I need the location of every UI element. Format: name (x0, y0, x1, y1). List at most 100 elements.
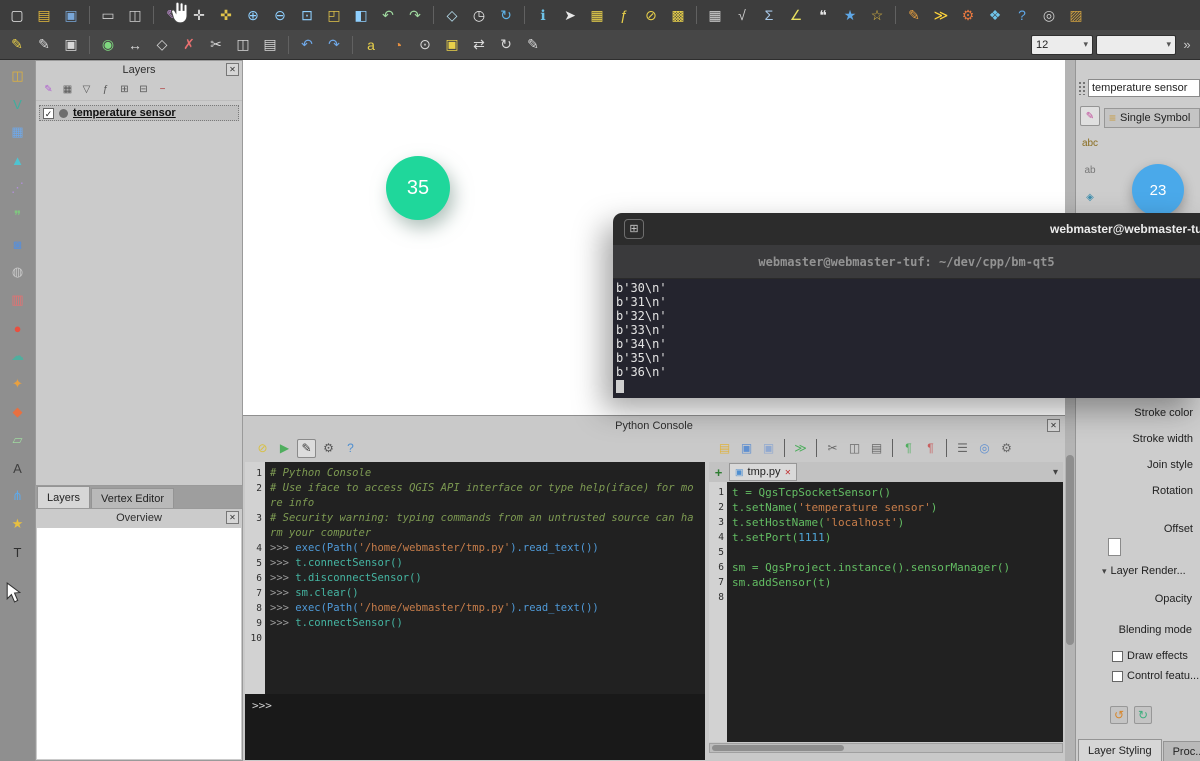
delete-selected-icon[interactable]: ✗ (177, 33, 201, 57)
python-shell-input[interactable]: >>> (245, 694, 705, 760)
add-oracle-layer-icon[interactable]: ● (7, 317, 29, 339)
help-contents-icon[interactable]: ? (1010, 3, 1034, 27)
save-script-icon[interactable]: ▣ (737, 439, 756, 458)
vertical-scrollbar[interactable] (1065, 60, 1075, 761)
labels-icon[interactable]: abc (1080, 133, 1100, 153)
masks-icon[interactable]: ab (1080, 160, 1100, 180)
add-wms-layer-icon[interactable]: ☁ (7, 345, 29, 367)
new-3d-map-icon[interactable]: ◇ (440, 3, 464, 27)
offset-spinbox[interactable] (1108, 538, 1121, 556)
show-bookmarks-icon[interactable]: ☆ (865, 3, 889, 27)
cut-text-icon[interactable]: ✂ (823, 439, 842, 458)
horizontal-scrollbar[interactable] (709, 743, 1063, 753)
rotate-label-icon[interactable]: ↻ (494, 33, 518, 57)
add-mesh-layer-icon[interactable]: ▲ (7, 149, 29, 171)
python-shell-output[interactable]: 1# Python Console2# Use iface to access … (245, 462, 705, 694)
font-size-combo[interactable]: 12 ▾ (1031, 35, 1093, 55)
copy-text-icon[interactable]: ◫ (845, 439, 864, 458)
add-postgis-layer-icon[interactable]: ◙ (7, 233, 29, 255)
run-feature-action-icon[interactable]: ➤ (558, 3, 582, 27)
current-edits-icon[interactable]: ✎ (5, 33, 29, 57)
plugin-manager-icon[interactable]: ❖ (983, 3, 1007, 27)
pan-map-icon[interactable]: ✛ (187, 3, 211, 27)
field-calculator-icon[interactable]: √ (730, 3, 754, 27)
favorites-icon[interactable]: ★ (7, 513, 29, 535)
select-features-icon[interactable]: ▦ (585, 3, 609, 27)
close-icon[interactable]: ✕ (1047, 419, 1060, 432)
copy-features-icon[interactable]: ◫ (231, 33, 255, 57)
cut-features-icon[interactable]: ✂ (204, 33, 228, 57)
data-source-manager-icon[interactable]: ◫ (7, 65, 29, 87)
text-tool-icon[interactable]: T (7, 541, 29, 563)
tab-vertex-editor[interactable]: Vertex Editor (91, 488, 174, 508)
console-options-icon[interactable]: ⚙ (319, 439, 338, 458)
toolbar-overflow-icon[interactable]: » (1179, 33, 1195, 57)
add-feature-icon[interactable]: ◉ (96, 33, 120, 57)
select-all-icon[interactable]: ▩ (666, 3, 690, 27)
deselect-features-icon[interactable]: ⊘ (639, 3, 663, 27)
style-undo-button[interactable]: ↺ (1110, 706, 1128, 724)
open-script-icon[interactable]: ▤ (715, 439, 734, 458)
styling-layer-combo[interactable]: temperature sensor (1088, 79, 1200, 97)
add-delimited-text-layer-icon[interactable]: ❞ (7, 205, 29, 227)
symbology-icon[interactable]: ✎ (1080, 106, 1100, 126)
highlight-labels-icon[interactable]: ▣ (440, 33, 464, 57)
new-print-layout-icon[interactable]: ▭ (96, 3, 120, 27)
layer-labeling-icon[interactable]: a (359, 33, 383, 57)
layer-rendering-header[interactable]: ▾ Layer Render... (1102, 565, 1200, 577)
new-project-icon[interactable]: ▢ (5, 3, 29, 27)
annotation-tool-icon[interactable]: A (7, 457, 29, 479)
symbol-type-combo[interactable]: ≡ Single Symbol (1104, 108, 1200, 128)
clear-console-icon[interactable]: ⊘ (253, 439, 272, 458)
refresh-icon[interactable]: ↻ (494, 3, 518, 27)
python-console-icon[interactable]: ≫ (929, 3, 953, 27)
toolbox-icon[interactable]: ▨ (1064, 3, 1088, 27)
filter-by-expression-icon[interactable]: ƒ (98, 82, 113, 97)
move-label-icon[interactable]: ⇄ (467, 33, 491, 57)
undo-icon[interactable]: ↶ (295, 33, 319, 57)
scrollbar-thumb[interactable] (712, 745, 844, 751)
filter-legend-icon[interactable]: ▽ (79, 82, 94, 97)
editor-code-area[interactable]: 1t = QgsTcpSocketSensor()2t.setName('tem… (709, 482, 1063, 742)
layer-visibility-checkbox[interactable]: ✓ (43, 108, 54, 119)
open-layer-styling-icon[interactable]: ✎ (41, 82, 56, 97)
add-raster-layer-icon[interactable]: ▦ (7, 121, 29, 143)
styling-checkbox-row[interactable]: Control featu... (1112, 670, 1200, 682)
vertex-tool-icon[interactable]: ◇ (150, 33, 174, 57)
select-by-expression-icon[interactable]: ƒ (612, 3, 636, 27)
add-point-cloud-layer-icon[interactable]: ⋰ (7, 177, 29, 199)
layer-diagram-icon[interactable]: ◔ (386, 33, 410, 57)
pin-labels-icon[interactable]: ⊙ (413, 33, 437, 57)
pan-to-selection-icon[interactable]: ✜ (214, 3, 238, 27)
map-tips-icon[interactable]: ❝ (811, 3, 835, 27)
identify-features-icon[interactable]: ℹ (531, 3, 555, 27)
save-project-icon[interactable]: ▣ (59, 3, 83, 27)
show-editor-icon[interactable]: ✎ (297, 439, 316, 458)
new-tab-button[interactable]: + (711, 465, 726, 480)
remove-layer-icon[interactable]: − (155, 82, 170, 97)
search-locator-icon[interactable]: ◎ (1037, 3, 1061, 27)
add-wfs-layer-icon[interactable]: ✦ (7, 373, 29, 395)
tab-proc[interactable]: Proc... (1163, 741, 1200, 761)
uncomment-code-icon[interactable]: ¶ (921, 439, 940, 458)
tab-list-icon[interactable]: ▾ (1053, 467, 1061, 478)
toggle-editing-icon[interactable]: ✎ (32, 33, 56, 57)
add-arcgis-layer-icon[interactable]: ◆ (7, 401, 29, 423)
terminal-titlebar[interactable]: ⊞ webmaster@webmaster-tuf (613, 213, 1200, 245)
processing-toolbox-icon[interactable]: ⚙ (956, 3, 980, 27)
node-tool-icon[interactable]: ⋔ (7, 485, 29, 507)
find-text-icon[interactable]: ◎ (975, 439, 994, 458)
view-3d-icon[interactable]: ◈ (1080, 187, 1100, 207)
tab-layer-styling[interactable]: Layer Styling (1078, 739, 1162, 761)
move-feature-icon[interactable]: ↔ (123, 33, 147, 57)
expand-all-icon[interactable]: ⊞ (117, 82, 132, 97)
add-vector-layer-icon[interactable]: V (7, 93, 29, 115)
manage-map-themes-icon[interactable]: ▦ (60, 82, 75, 97)
console-help-icon[interactable]: ? (341, 439, 360, 458)
scrollbar-thumb[interactable] (1066, 455, 1074, 645)
zoom-in-icon[interactable]: ⊕ (241, 3, 265, 27)
open-attribute-table-icon[interactable]: ▦ (703, 3, 727, 27)
collapse-all-icon[interactable]: ⊟ (136, 82, 151, 97)
open-project-icon[interactable]: ▤ (32, 3, 56, 27)
terminal-body[interactable]: b'30\n'b'31\n'b'32\n'b'33\n'b'34\n'b'35\… (613, 279, 1200, 398)
